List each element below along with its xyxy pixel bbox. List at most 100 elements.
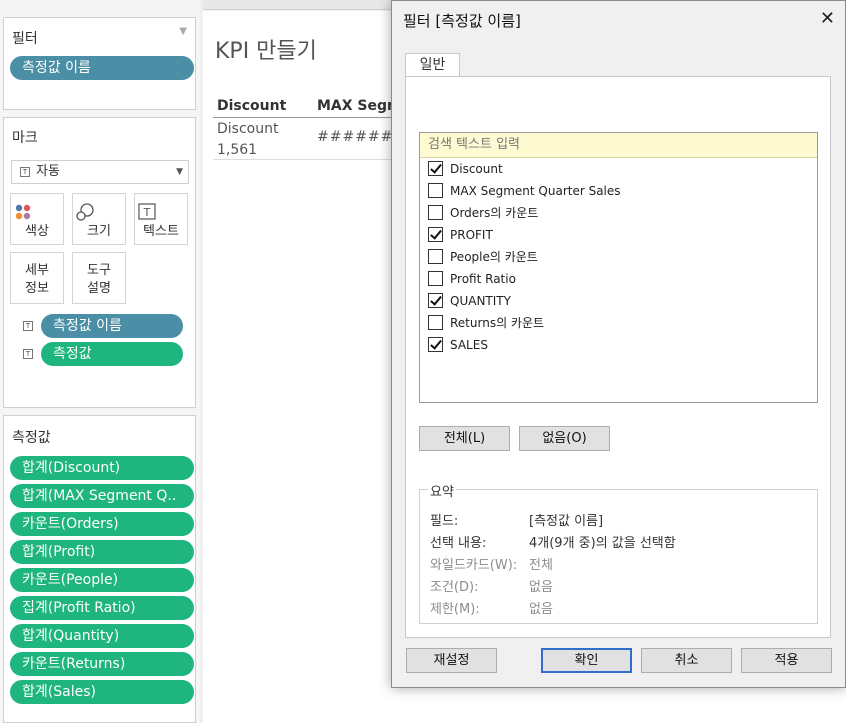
checkbox[interactable] (428, 227, 443, 242)
list-item[interactable]: Discount (420, 158, 817, 180)
size-icon (76, 203, 94, 221)
list-item-label: Profit Ratio (450, 272, 516, 286)
checkbox[interactable] (428, 271, 443, 286)
tab-general[interactable]: 일반 (405, 53, 460, 77)
measure-pill[interactable]: 합계(Discount) (10, 456, 194, 480)
checkbox[interactable] (428, 337, 443, 352)
measure-pill[interactable]: 카운트(Returns) (10, 652, 194, 676)
summary-row-wildcard: 와일드카드(W): 전체 (430, 554, 553, 573)
marks-card: 마크 T 자동 ▼ 색상 크기 T 텍스트 세부 정보 도구 설명 T 측정값 … (3, 117, 196, 408)
list-item[interactable]: QUANTITY (420, 290, 817, 312)
list-item-label: People의 카운트 (450, 250, 538, 264)
list-item[interactable]: Returns의 카운트 (420, 312, 817, 334)
color-label: 색상 (25, 224, 49, 239)
list-item[interactable]: MAX Segment Quarter Sales (420, 180, 817, 202)
summary-key: 와일드카드(W): (430, 558, 518, 573)
dialog-title: 필터 [측정값 이름] (403, 12, 521, 30)
column-header-max-segment[interactable]: MAX Segm (317, 98, 402, 114)
search-input[interactable]: 검색 텍스트 입력 (420, 133, 817, 158)
filter-pill-measure-names[interactable]: 측정값 이름 (10, 56, 194, 80)
ok-button[interactable]: 확인 (541, 648, 632, 673)
summary-key: 선택 내용: (430, 536, 487, 551)
cancel-button[interactable]: 취소 (641, 648, 732, 673)
checkbox[interactable] (428, 315, 443, 330)
marks-pill-measure-values[interactable]: 측정값 (41, 342, 183, 366)
row-divider (213, 159, 403, 160)
detail-label: 세부정보 (11, 253, 63, 298)
list-item-label: Orders의 카운트 (450, 206, 539, 220)
measure-values-card: 측정값 합계(Discount) 합계(MAX Segment Q.. 카운트(… (3, 415, 196, 723)
tooltip-button[interactable]: 도구설명 (72, 252, 126, 304)
list-item[interactable]: PROFIT (420, 224, 817, 246)
checkbox[interactable] (428, 161, 443, 176)
checkbox[interactable] (428, 249, 443, 264)
tooltip-label-line2: 설명 (87, 281, 111, 296)
tab-panel-general: 검색 텍스트 입력 Discount MAX Segment Quarter Sa… (405, 76, 831, 638)
summary-row-limit: 제한(M): 없음 (430, 598, 553, 617)
size-button[interactable]: 크기 (72, 193, 126, 245)
select-none-button[interactable]: 없음(O) (519, 426, 610, 451)
text-label: 텍스트 (143, 224, 179, 239)
measure-pill[interactable]: 합계(Profit) (10, 540, 194, 564)
checkbox[interactable] (428, 183, 443, 198)
close-icon[interactable]: ✕ (820, 8, 835, 29)
tooltip-label: 도구설명 (73, 253, 125, 298)
text-mark-icon: T (23, 321, 33, 331)
list-item-label: Discount (450, 162, 503, 176)
select-all-button[interactable]: 전체(L) (419, 426, 510, 451)
text-button[interactable]: T 텍스트 (134, 193, 188, 245)
header-divider (213, 117, 403, 118)
measure-pill[interactable]: 카운트(People) (10, 568, 194, 592)
filter-shelf: 필터 ▼ 측정값 이름 (3, 17, 196, 110)
list-item-label: Returns의 카운트 (450, 316, 545, 330)
text-mark-icon: T (20, 166, 30, 177)
column-header-discount[interactable]: Discount (217, 98, 286, 114)
color-button[interactable]: 색상 (10, 193, 64, 245)
filter-dialog: 필터 [측정값 이름] ✕ 일반 검색 텍스트 입력 Discount MAX S… (391, 0, 846, 688)
list-item-label: MAX Segment Quarter Sales (450, 184, 621, 198)
list-item[interactable]: People의 카운트 (420, 246, 817, 268)
marks-card-title: 마크 (12, 130, 38, 146)
text-mark-icon: T (23, 349, 33, 359)
summary-group: 요약 필드: [측정값 이름] 선택 내용: 4개(9개 중)의 값을 선택함 와일… (419, 481, 818, 624)
summary-row-condition: 조건(D): 없음 (430, 576, 553, 595)
measure-pill[interactable]: 카운트(Orders) (10, 512, 194, 536)
table-cell-discount[interactable]: Discount 1,561 (217, 119, 278, 161)
detail-button[interactable]: 세부정보 (10, 252, 64, 304)
measure-pill[interactable]: 합계(Sales) (10, 680, 194, 704)
color-icon (15, 204, 31, 220)
checkbox[interactable] (428, 205, 443, 220)
list-item-label: QUANTITY (450, 294, 511, 308)
checkbox[interactable] (428, 293, 443, 308)
mark-type-select[interactable]: T 자동 ▼ (11, 160, 189, 184)
summary-value: 없음 (529, 580, 553, 595)
detail-label-line2: 정보 (25, 281, 49, 296)
summary-value: 4개(9개 중)의 값을 선택함 (529, 536, 676, 551)
shelf-menu-icon[interactable]: ▼ (179, 26, 187, 37)
mark-type-value: 자동 (36, 164, 60, 179)
summary-value: [측정값 이름] (529, 514, 604, 529)
cell-value: 1,561 (217, 142, 258, 158)
apply-button[interactable]: 적용 (741, 648, 832, 673)
list-item[interactable]: Profit Ratio (420, 268, 817, 290)
value-items: Discount MAX Segment Quarter Sales Orders의… (420, 158, 817, 356)
summary-value: 없음 (529, 602, 553, 617)
marks-pill-measure-names[interactable]: 측정값 이름 (41, 314, 183, 338)
tooltip-label-line1: 도구 (87, 263, 111, 278)
list-item[interactable]: SALES (420, 334, 817, 356)
list-item[interactable]: Orders의 카운트 (420, 202, 817, 224)
cell-label: Discount (217, 121, 279, 137)
summary-row-field: 필드: [측정값 이름] (430, 510, 603, 529)
value-list: 검색 텍스트 입력 Discount MAX Segment Quarter Sa… (419, 132, 818, 403)
summary-row-selection: 선택 내용: 4개(9개 중)의 값을 선택함 (430, 532, 676, 551)
summary-value: 전체 (529, 558, 553, 573)
summary-key: 조건(D): (430, 580, 479, 595)
worksheet-title[interactable]: KPI 만들기 (215, 33, 317, 65)
measure-pill[interactable]: 합계(Quantity) (10, 624, 194, 648)
reset-button[interactable]: 재설정 (406, 648, 497, 673)
size-label: 크기 (87, 224, 111, 239)
detail-label-line1: 세부 (25, 263, 49, 278)
measure-pill[interactable]: 합계(MAX Segment Q.. (10, 484, 194, 508)
measure-pill[interactable]: 집계(Profit Ratio) (10, 596, 194, 620)
summary-key: 제한(M): (430, 602, 480, 617)
